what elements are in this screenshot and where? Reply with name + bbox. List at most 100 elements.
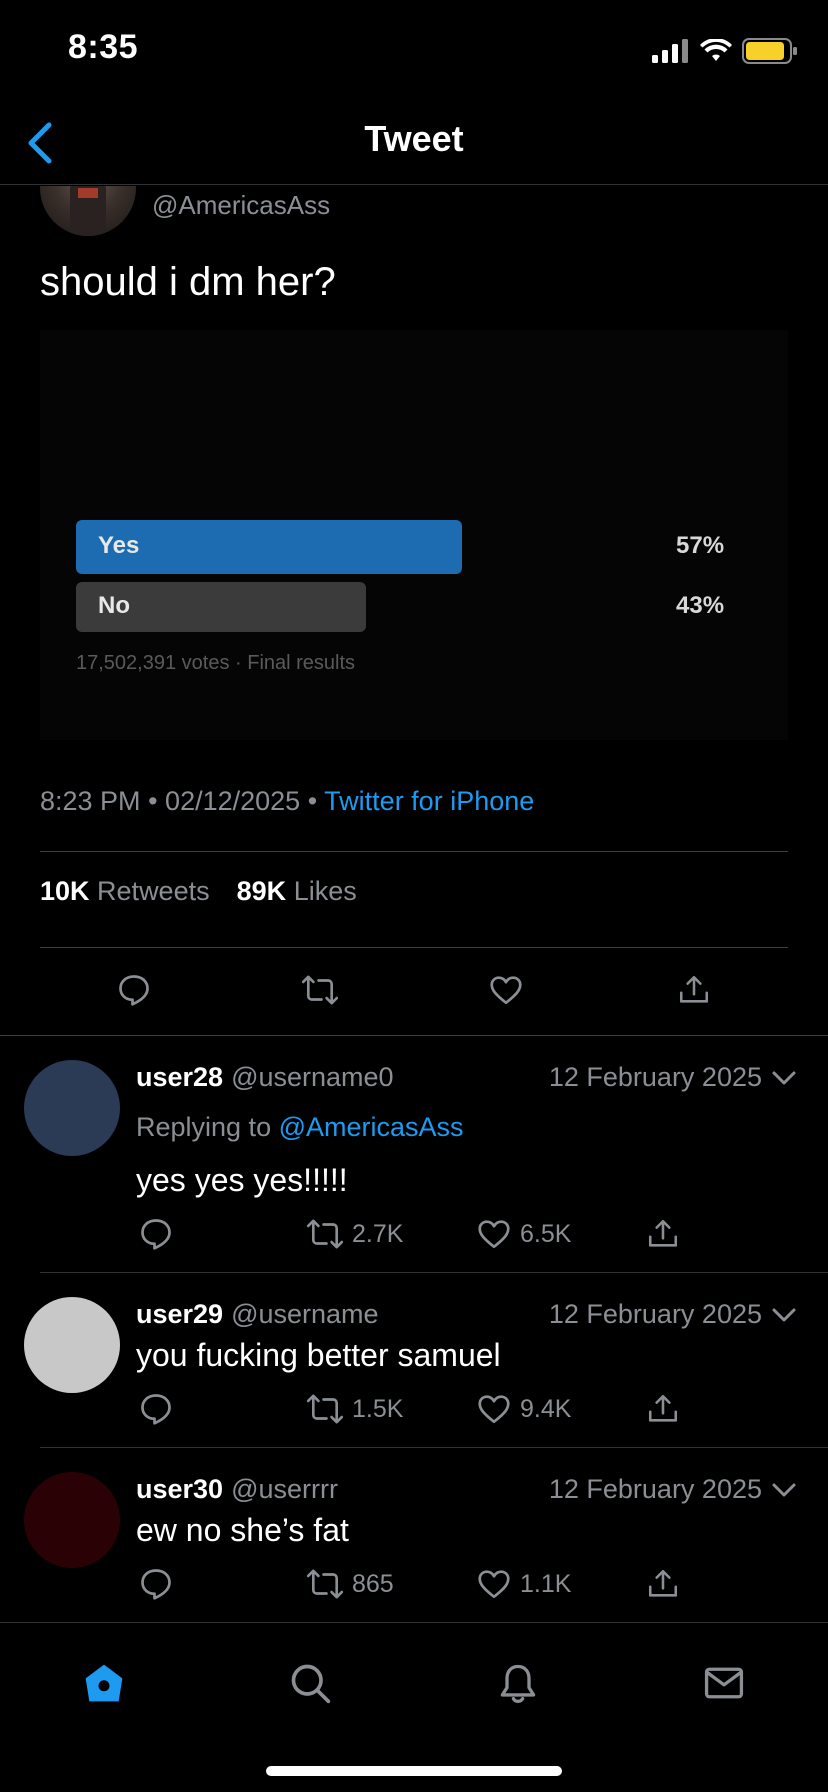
battery-icon <box>742 38 797 64</box>
reply-header: user30 @userrrr <box>136 1474 338 1505</box>
reply-author-name[interactable]: user29 <box>136 1299 223 1329</box>
wifi-icon <box>700 39 732 61</box>
reply-icon <box>141 1569 171 1600</box>
reply-author-handle[interactable]: @username <box>231 1299 378 1329</box>
divider <box>40 947 788 948</box>
replying-to-handle[interactable]: @AmericasAss <box>279 1112 464 1142</box>
like-button[interactable] <box>486 970 526 1010</box>
like-button[interactable]: 1.1K <box>476 1566 571 1602</box>
tweet-source-link[interactable]: Twitter for iPhone <box>324 786 534 816</box>
poll-percent-no: 43% <box>676 592 725 619</box>
heart-icon <box>478 1220 510 1249</box>
share-button[interactable] <box>646 1566 680 1602</box>
nav-bar: Tweet <box>0 100 828 185</box>
poll-option-no: No <box>98 592 130 619</box>
retweet-button[interactable]: 2.7K <box>306 1216 403 1252</box>
poll-image[interactable]: Yes 57% No 43% 17,502,391 votes · Final … <box>40 330 788 740</box>
share-button[interactable] <box>646 1216 680 1252</box>
reply-text: yes yes yes!!!!! <box>136 1162 348 1198</box>
reply-author-name[interactable]: user28 <box>136 1062 223 1092</box>
separator-dot: • <box>148 786 166 816</box>
retweet-count: 865 <box>352 1569 394 1598</box>
retweet-count: 1.5K <box>352 1394 404 1423</box>
avatar[interactable] <box>24 1472 120 1568</box>
likes-label[interactable]: Likes <box>294 876 357 906</box>
share-icon <box>648 1394 678 1422</box>
home-indicator[interactable] <box>266 1766 562 1776</box>
reply-text: ew no she’s fat <box>136 1512 349 1548</box>
retweet-icon <box>306 1569 344 1599</box>
poll-meta: 17,502,391 votes · Final results <box>76 652 356 674</box>
status-icons <box>652 34 798 68</box>
share-icon <box>648 1569 678 1597</box>
reply-actions: 1.5K 9.4K <box>0 1391 828 1431</box>
reply-header: user29 @username <box>136 1299 379 1330</box>
avatar-image-icon <box>70 186 106 236</box>
reply-item[interactable]: user30 @userrrr 12 February 2025 ew no sh… <box>0 1448 828 1622</box>
cellular-signal-icon <box>652 39 688 63</box>
page-title: Tweet <box>364 118 464 159</box>
chevron-down-icon[interactable] <box>770 1064 798 1092</box>
retweets-count[interactable]: 10K <box>40 876 90 906</box>
reply-item[interactable]: user28 @username0 12 February 2025 Replyi… <box>0 1036 828 1273</box>
divider <box>40 851 788 852</box>
reply-icon <box>119 975 149 1006</box>
tab-notifications[interactable] <box>488 1653 548 1713</box>
reply-date: 12 February 2025 <box>548 1474 762 1504</box>
reply-actions: 2.7K 6.5K <box>0 1216 828 1256</box>
like-count: 9.4K <box>520 1394 572 1423</box>
retweet-button[interactable]: 865 <box>306 1566 394 1602</box>
tab-messages[interactable] <box>694 1653 754 1713</box>
chevron-down-icon[interactable] <box>770 1476 798 1504</box>
tweet-actions <box>0 960 828 1022</box>
heart-icon <box>478 1570 510 1599</box>
reply-button[interactable] <box>138 1216 174 1252</box>
avatar[interactable] <box>24 1297 120 1393</box>
share-button[interactable] <box>674 970 714 1010</box>
like-button[interactable]: 9.4K <box>476 1391 571 1427</box>
tab-search[interactable] <box>280 1653 340 1713</box>
poll-percent-yes: 57% <box>676 532 725 559</box>
replying-to-prefix: Replying to <box>136 1112 272 1142</box>
reply-icon <box>141 1394 171 1425</box>
reply-button[interactable] <box>114 970 154 1010</box>
tweet-time: 8:23 PM <box>40 786 141 816</box>
reply-author-handle[interactable]: @username0 <box>231 1062 394 1092</box>
retweet-icon <box>306 1394 344 1424</box>
likes-count[interactable]: 89K <box>237 876 287 906</box>
retweet-button[interactable]: 1.5K <box>306 1391 403 1427</box>
reply-button[interactable] <box>138 1566 174 1602</box>
reply-date: 12 February 2025 <box>548 1062 762 1092</box>
retweets-label[interactable]: Retweets <box>97 876 210 906</box>
like-button[interactable]: 6.5K <box>476 1216 571 1252</box>
reply-icon <box>141 1219 171 1250</box>
like-count: 6.5K <box>520 1219 572 1248</box>
share-button[interactable] <box>646 1391 680 1427</box>
status-time: 8:35 <box>68 28 139 66</box>
search-icon <box>291 1664 331 1704</box>
tweet-text: should i dm her? <box>40 260 336 304</box>
retweet-count: 2.7K <box>352 1219 404 1248</box>
retweet-button[interactable] <box>300 970 340 1010</box>
reply-header: user28 @username0 <box>136 1062 394 1093</box>
heart-icon <box>478 1395 510 1424</box>
avatar[interactable] <box>40 186 136 236</box>
like-count: 1.1K <box>520 1569 572 1598</box>
chevron-down-icon[interactable] <box>770 1301 798 1329</box>
reply-author-name[interactable]: user30 <box>136 1474 223 1504</box>
reply-item[interactable]: user29 @username 12 February 2025 you fuc… <box>0 1273 828 1448</box>
reply-button[interactable] <box>138 1391 174 1427</box>
reply-text: you fucking better samuel <box>136 1337 501 1373</box>
avatar[interactable] <box>24 1060 120 1156</box>
share-icon <box>648 1219 678 1247</box>
reply-author-handle[interactable]: @userrrr <box>231 1474 338 1504</box>
reply-actions: 865 1.1K <box>0 1566 828 1606</box>
tweet-author-handle[interactable]: @AmericasAss <box>152 190 330 221</box>
poll-option-yes: Yes <box>98 532 140 559</box>
share-icon <box>679 975 709 1003</box>
tweet-stats: 10K Retweets 89K Likes <box>40 876 357 907</box>
tweet-timestamp: 8:23 PM • 02/12/2025 • Twitter for iPhon… <box>40 786 534 817</box>
tweet-author-row: @AmericasAss <box>0 186 828 246</box>
separator-dot: • <box>307 786 325 816</box>
tab-home[interactable] <box>74 1653 134 1713</box>
